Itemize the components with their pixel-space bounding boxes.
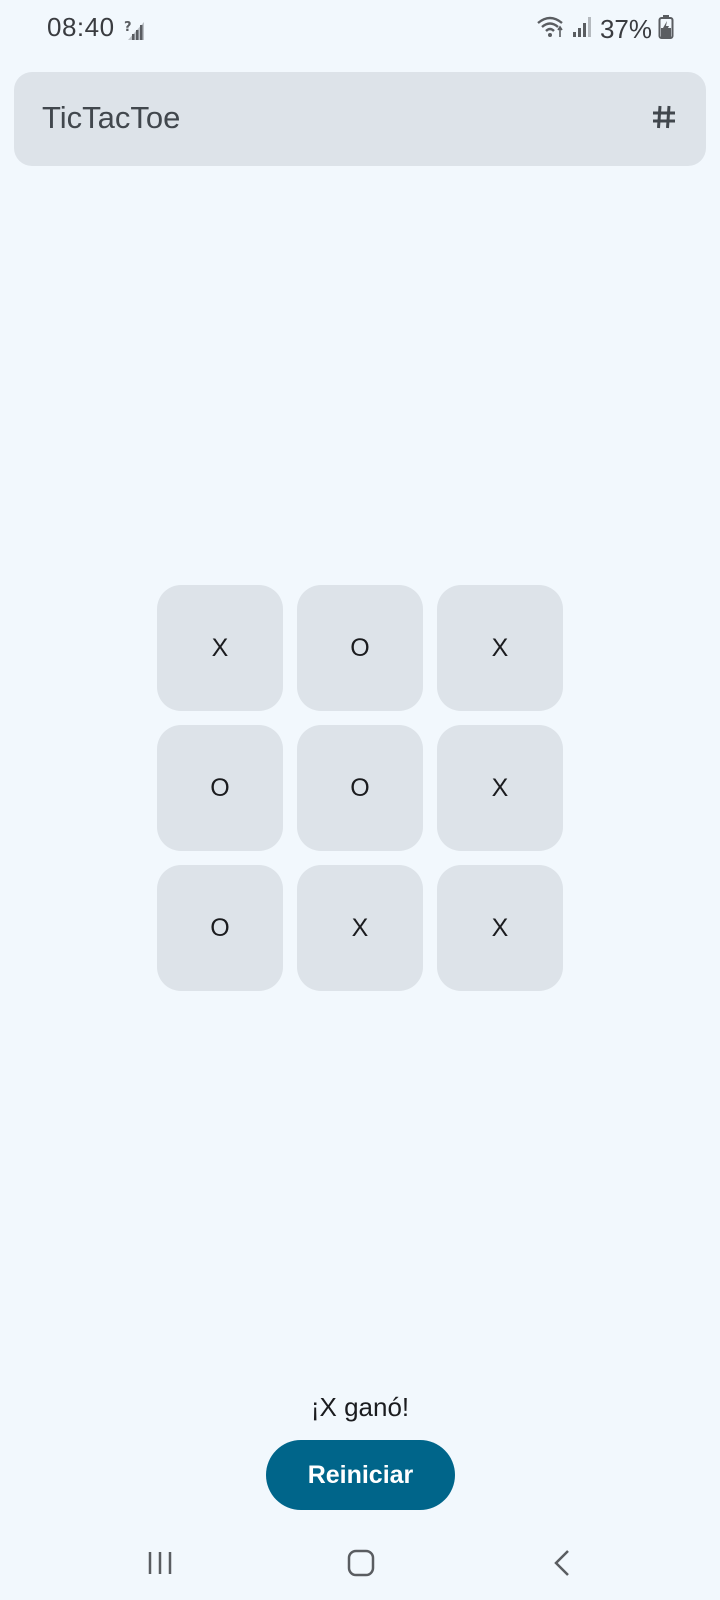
board-cell-1[interactable]: X: [157, 585, 283, 711]
cell-signal-icon: [572, 15, 594, 44]
navigation-bar: [0, 1530, 720, 1600]
recent-apps-icon: [145, 1548, 175, 1583]
status-bar: 08:40 ? 37%: [0, 0, 720, 60]
board-cell-9[interactable]: X: [437, 865, 563, 991]
back-button[interactable]: [538, 1540, 588, 1590]
recent-apps-button[interactable]: [135, 1540, 185, 1590]
hash-icon: [651, 104, 677, 135]
wifi-icon: [536, 15, 566, 44]
board-cell-3[interactable]: X: [437, 585, 563, 711]
status-time: 08:40: [47, 12, 115, 42]
home-button[interactable]: [336, 1540, 386, 1590]
board-cell-2[interactable]: O: [297, 585, 423, 711]
board-cell-4[interactable]: O: [157, 725, 283, 851]
battery-percent: 37%: [599, 13, 652, 44]
status-right-group: 37%: [536, 12, 674, 46]
board-cell-7[interactable]: O: [157, 865, 283, 991]
battery-charging-icon: [658, 14, 674, 45]
svg-text:?: ?: [124, 20, 132, 35]
result-text: ¡X ganó!: [310, 1392, 410, 1422]
game-board: X O X O O X O X X: [157, 585, 564, 992]
board-cell-8[interactable]: X: [297, 865, 423, 991]
restart-button[interactable]: Reiniciar: [266, 1440, 455, 1510]
board-cell-5[interactable]: O: [297, 725, 423, 851]
no-sim-signal-icon: ?: [124, 18, 146, 42]
app-title: TicTacToe: [42, 100, 181, 135]
hash-button[interactable]: [642, 97, 686, 141]
home-icon: [346, 1548, 376, 1583]
back-icon: [548, 1548, 578, 1583]
app-bar: TicTacToe: [14, 72, 706, 166]
board-cell-6[interactable]: X: [437, 725, 563, 851]
